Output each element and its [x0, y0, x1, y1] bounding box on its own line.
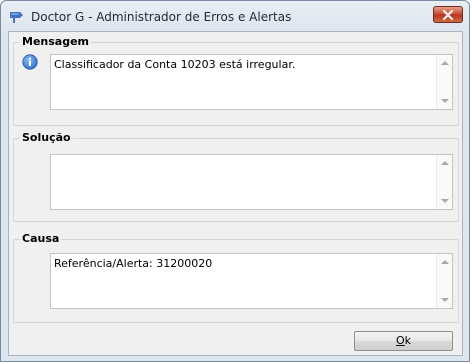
causa-scrollbar[interactable] [436, 254, 452, 308]
title-bar[interactable]: Doctor G - Administrador de Erros e Aler… [1, 1, 469, 31]
mensagem-textbox[interactable]: Classificador da Conta 10203 está irregu… [50, 54, 453, 110]
dialog-window: Doctor G - Administrador de Erros e Aler… [0, 0, 470, 362]
scroll-up-icon[interactable] [441, 61, 449, 65]
causa-text: Referência/Alerta: 31200020 [54, 257, 213, 270]
causa-group: Causa Referência/Alerta: 31200020 [13, 232, 459, 323]
solucao-textbox[interactable] [50, 154, 453, 210]
scroll-up-icon[interactable] [441, 161, 449, 165]
scroll-down-icon[interactable] [441, 199, 449, 203]
scroll-down-icon[interactable] [441, 298, 449, 302]
info-icon [22, 54, 38, 70]
mensagem-label: Mensagem [20, 35, 92, 48]
solucao-scrollbar[interactable] [436, 155, 452, 209]
scroll-up-icon[interactable] [441, 260, 449, 264]
causa-label: Causa [20, 232, 62, 245]
window-title: Doctor G - Administrador de Erros e Aler… [31, 10, 292, 24]
mensagem-text: Classificador da Conta 10203 está irregu… [54, 58, 296, 71]
scroll-down-icon[interactable] [441, 99, 449, 103]
ok-mnemonic: O [395, 334, 405, 347]
app-logo-icon [8, 8, 26, 24]
close-button[interactable] [433, 6, 463, 23]
close-icon [442, 9, 454, 20]
ok-label-rest: k [404, 334, 412, 347]
ok-button[interactable]: Ok [354, 331, 453, 351]
mensagem-scrollbar[interactable] [436, 55, 452, 109]
solucao-label: Solução [20, 131, 73, 144]
solucao-group: Solução [13, 131, 459, 222]
dialog-content: Mensagem Classificador da Conta 10203 es… [8, 31, 463, 356]
causa-textbox[interactable]: Referência/Alerta: 31200020 [50, 253, 453, 309]
mensagem-group: Mensagem Classificador da Conta 10203 es… [13, 35, 459, 126]
